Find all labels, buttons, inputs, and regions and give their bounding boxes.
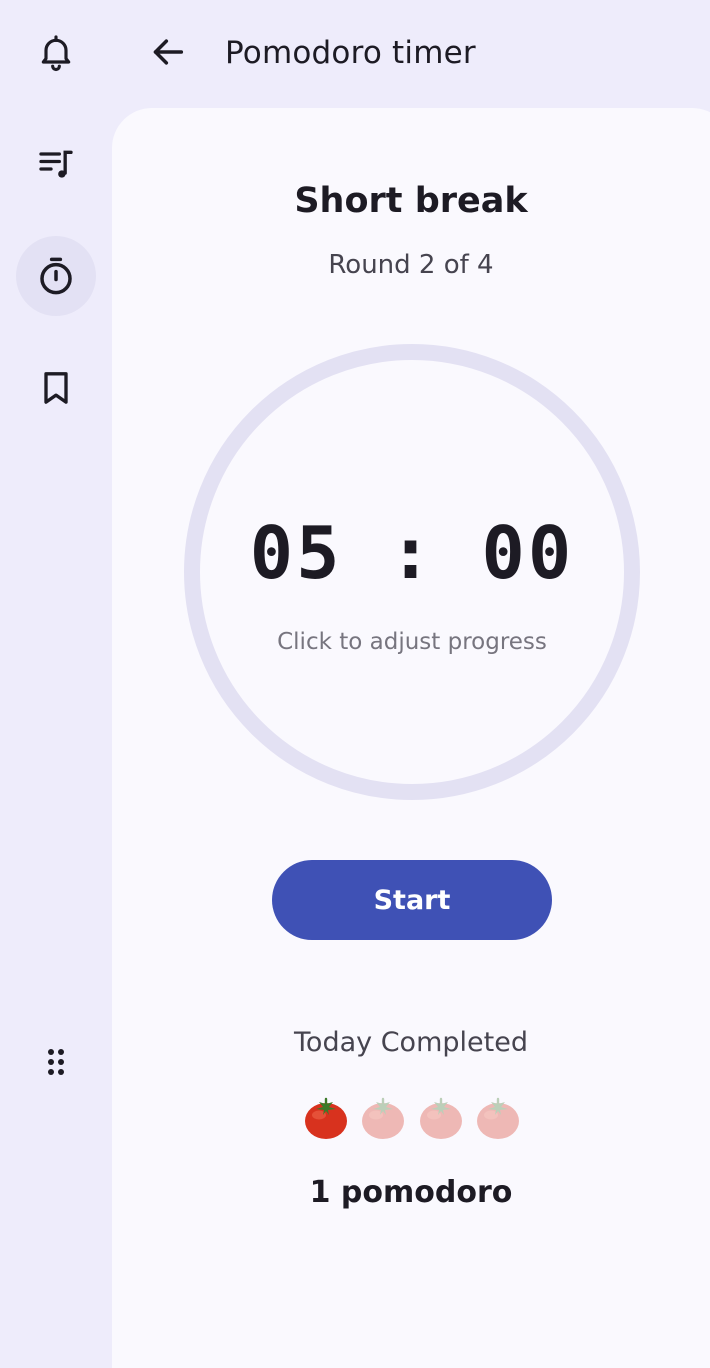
bookmark-icon	[44, 372, 68, 404]
nav-timer[interactable]	[16, 236, 96, 316]
nav-more-apps[interactable]	[16, 1022, 96, 1102]
tomato-progress	[302, 1094, 522, 1142]
tomato-icon	[476, 1097, 519, 1139]
tomato-icon	[305, 1097, 347, 1139]
arrow-left-icon	[153, 39, 184, 65]
dial-hint: Click to adjust progress	[277, 629, 547, 655]
time-display: 05 : 00	[249, 511, 575, 595]
progress-dial[interactable]: 05 : 00 Click to adjust progress	[184, 344, 640, 800]
top-bar: Pomodoro timer	[112, 0, 710, 108]
round-indicator: Round 2 of 4	[328, 250, 494, 280]
tomato-icon	[419, 1097, 462, 1139]
playlist-icon	[39, 150, 73, 178]
start-button[interactable]: Start	[272, 860, 552, 940]
tomato-icon	[362, 1097, 405, 1139]
session-title: Short break	[294, 181, 528, 221]
navigation-rail	[0, 0, 112, 1334]
today-completed-label: Today Completed	[294, 1027, 528, 1058]
bell-icon	[41, 35, 71, 71]
timer-icon	[40, 257, 72, 295]
back-button[interactable]	[144, 28, 192, 76]
nav-notifications[interactable]	[16, 12, 96, 92]
page-title: Pomodoro timer	[225, 35, 476, 71]
nav-bookmarks[interactable]	[16, 348, 96, 428]
nav-playlist[interactable]	[16, 124, 96, 204]
timer-card: Short break Round 2 of 4 05 : 00 Click t…	[112, 108, 710, 1368]
apps-grid-icon	[48, 1049, 64, 1075]
pomodoro-count: 1 pomodoro	[309, 1175, 513, 1210]
